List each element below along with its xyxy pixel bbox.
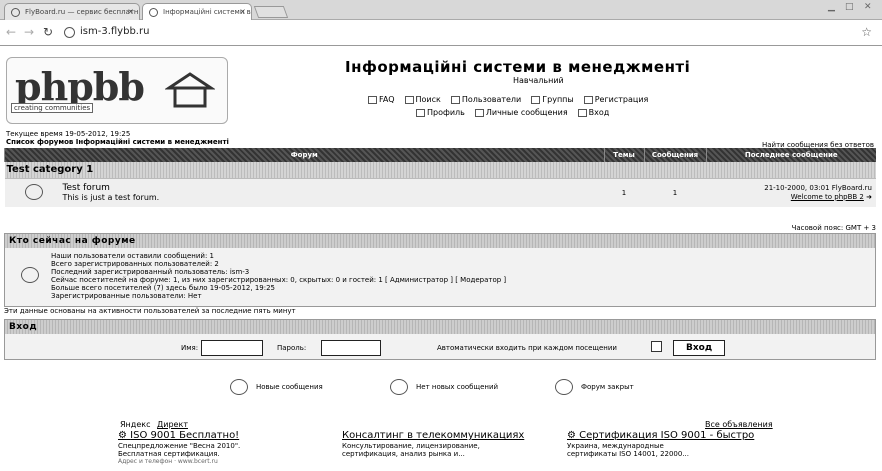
go-to-post-icon[interactable]: ➜ xyxy=(866,193,872,201)
close-window-icon[interactable]: ✕ xyxy=(864,2,872,12)
total-posts: Наши пользователи оставили сообщений: 1 xyxy=(51,252,215,260)
site-logo[interactable]: phpbb creating communities xyxy=(6,57,228,124)
table-header: Форум Темы Сообщения Последнее сообщение xyxy=(4,148,876,162)
users-online-icon xyxy=(21,267,39,283)
tab-bar: FlyBoard.ru — сервис бесплатных форумов … xyxy=(0,0,882,20)
category-row: Test category 1 xyxy=(4,162,876,178)
users-icon xyxy=(450,95,460,104)
register-link[interactable]: Регистрация xyxy=(583,93,648,106)
close-icon[interactable]: × xyxy=(239,7,246,16)
forward-icon[interactable]: → xyxy=(24,25,34,39)
yandex-direct-link[interactable]: Директ xyxy=(157,420,188,429)
profile-icon xyxy=(416,108,425,117)
faq-link[interactable]: FAQ xyxy=(368,93,395,106)
url-text: ism-3.flybb.ru xyxy=(80,26,150,37)
faq-icon xyxy=(368,95,377,104)
ad-item: ⚙ ISO 9001 Бесплатно! Спецпредложение "В… xyxy=(118,430,241,466)
globe-icon xyxy=(64,27,75,38)
username-input[interactable] xyxy=(201,340,263,356)
users-link[interactable]: Пользователи xyxy=(450,93,521,106)
legend-no-new: Нет новых сообщений xyxy=(390,379,498,395)
forum-name-link[interactable]: Test forum xyxy=(63,183,605,193)
messages-icon xyxy=(474,108,484,117)
newest-user: Последний зарегистрированный пользовател… xyxy=(51,268,250,276)
topics-count: 1 xyxy=(604,177,644,207)
forum-folder-icon xyxy=(24,183,43,200)
total-users: Всего зарегистрированных пользователей: … xyxy=(51,260,219,268)
last-post-date: 21-10-2000, 03:01 FlyBoard.ru xyxy=(764,183,872,192)
login-title: Вход xyxy=(5,320,875,334)
tab-forum[interactable]: Інформаційні системи в менеджменті × xyxy=(142,3,252,20)
address-bar: ← → ↻ ism-3.flybb.ru ☆ xyxy=(0,20,882,46)
ad-title-link[interactable]: ⚙ Сертификация ISO 9001 - быстро xyxy=(567,430,787,441)
who-is-online-box: Кто сейчас на форуме Наши пользователи о… xyxy=(4,233,876,307)
forum-table: Форум Темы Сообщения Последнее сообщение… xyxy=(4,148,876,207)
register-icon xyxy=(583,95,593,104)
top-navigation: FAQ Поиск Пользователи Группы Регистраци… xyxy=(368,93,728,119)
tab-flyboard[interactable]: FlyBoard.ru — сервис бесплатных форумов … xyxy=(4,3,140,20)
legend-locked: Форум закрыт xyxy=(555,379,634,395)
forum-description: This is just a test forum. xyxy=(62,193,160,203)
col-forum: Форум xyxy=(4,148,604,162)
password-label: Пароль: xyxy=(277,344,307,352)
reload-icon[interactable]: ↻ xyxy=(43,25,53,39)
messages-link[interactable]: Личные сообщения xyxy=(474,106,568,119)
logo-subtitle: creating communities xyxy=(11,103,94,113)
col-posts: Сообщения xyxy=(643,148,706,162)
profile-link[interactable]: Профиль xyxy=(416,106,465,119)
legend-new: Новые сообщения xyxy=(230,379,323,395)
new-posts-icon xyxy=(230,379,248,395)
search-icon xyxy=(404,95,414,104)
ad-icon: ⚙ xyxy=(567,430,576,441)
globe-icon xyxy=(11,8,20,17)
bookmark-star-icon[interactable]: ☆ xyxy=(861,25,872,39)
back-icon[interactable]: ← xyxy=(6,25,16,39)
auto-login-label: Автоматически входить при каждом посещен… xyxy=(437,344,617,352)
ad-item: ⚙ Сертификация ISO 9001 - быстро Украина… xyxy=(567,430,787,459)
tab-label: FlyBoard.ru — сервис бесплатных форумов xyxy=(25,8,139,16)
groups-link[interactable]: Группы xyxy=(531,93,574,106)
site-title: Інформаційні системи в менеджменті xyxy=(345,58,691,76)
timezone: Часовой пояс: GMT + 3 xyxy=(791,224,876,232)
maximize-icon[interactable]: □ xyxy=(845,2,854,12)
yandex-label: Яндекс Директ xyxy=(120,420,188,429)
url-field[interactable]: ism-3.flybb.ru xyxy=(62,23,852,43)
ad-item: Консалтинг в телекоммуникациях Консульти… xyxy=(342,431,542,459)
minimize-icon[interactable]: ▁ xyxy=(828,2,835,12)
password-input[interactable] xyxy=(321,340,381,356)
ad-title-link[interactable]: ⚙ ISO 9001 Бесплатно! xyxy=(118,430,240,441)
login-button[interactable]: Вход xyxy=(673,340,726,356)
search-link[interactable]: Поиск xyxy=(404,93,441,106)
registered-online: Зарегистрированные пользователи: Нет xyxy=(51,292,202,300)
last-post-link[interactable]: Welcome to phpBB 2 xyxy=(791,193,864,201)
site-description: Навчальний xyxy=(513,76,564,85)
max-online: Больше всего посетителей (7) здесь было … xyxy=(51,284,276,292)
new-tab-button[interactable] xyxy=(253,6,289,18)
globe-icon xyxy=(149,8,158,17)
current-time: Текущее время 19-05-2012, 19:25 xyxy=(6,130,131,138)
house-icon xyxy=(165,72,215,108)
posts-count: 1 xyxy=(644,177,706,207)
groups-icon xyxy=(531,95,541,104)
login-form: Имя: Пароль: Автоматически входить при к… xyxy=(5,338,875,358)
username-label: Имя: xyxy=(181,344,199,352)
col-topics: Темы xyxy=(603,148,644,162)
forum-index-link[interactable]: Список форумов Інформаційні системи в ме… xyxy=(6,138,229,146)
locked-forum-icon xyxy=(555,379,573,395)
online-now: Сейчас посетителей на форуме: 1, из них … xyxy=(51,276,507,284)
login-link[interactable]: Вход xyxy=(577,106,609,119)
table-row: Test forum This is just a test forum. 1 … xyxy=(4,177,876,207)
ad-icon: ⚙ xyxy=(118,430,127,441)
activity-footnote: Эти данные основаны на активности пользо… xyxy=(4,307,296,315)
ad-title-link[interactable]: Консалтинг в телекоммуникациях xyxy=(342,431,542,441)
login-box: Вход Имя: Пароль: Автоматически входить … xyxy=(4,319,876,360)
no-new-posts-icon xyxy=(390,379,408,395)
category-title[interactable]: Test category 1 xyxy=(4,162,876,178)
col-last-post: Последнее сообщение xyxy=(705,148,876,162)
who-is-online-title[interactable]: Кто сейчас на форуме xyxy=(5,234,875,248)
auto-login-checkbox[interactable] xyxy=(651,341,662,352)
login-icon xyxy=(577,108,587,117)
all-ads-link[interactable]: Все объявления xyxy=(705,420,773,429)
close-icon[interactable]: × xyxy=(127,7,134,16)
